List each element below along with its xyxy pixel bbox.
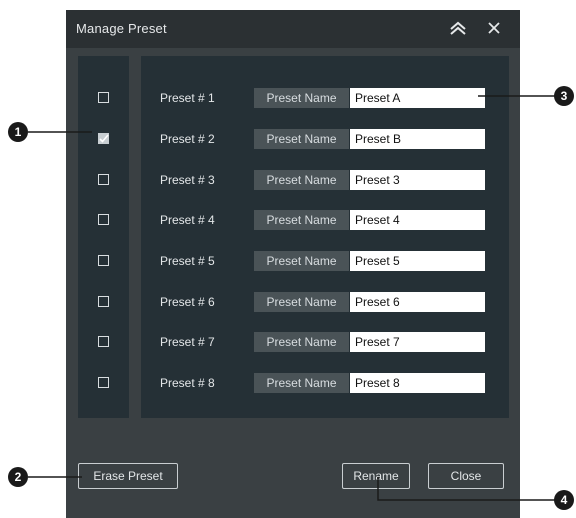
preset-2-label: Preset # 2: [160, 132, 215, 146]
preset-5-label: Preset # 5: [160, 254, 215, 268]
preset-7-checkbox[interactable]: [98, 336, 109, 347]
preset-5-name-input[interactable]: [350, 251, 485, 271]
callout-1: 1: [8, 122, 28, 142]
close-button[interactable]: Close: [428, 463, 504, 489]
close-icon[interactable]: [482, 16, 506, 40]
preset-2-name-input[interactable]: [350, 129, 485, 149]
preset-8-checkbox[interactable]: [98, 377, 109, 388]
preset-7-name-tag: Preset Name: [254, 332, 349, 352]
title-bar: Manage Preset: [66, 10, 520, 48]
preset-8-label: Preset # 8: [160, 376, 215, 390]
preset-2-checkbox[interactable]: [98, 133, 109, 144]
stage: Manage Preset Preset # 1 Preset Name Pre…: [0, 0, 576, 518]
dialog-title: Manage Preset: [76, 21, 167, 36]
preset-8-name-input[interactable]: [350, 373, 485, 393]
preset-4-name-input[interactable]: [350, 210, 485, 230]
preset-5-name-tag: Preset Name: [254, 251, 349, 271]
preset-4-name-tag: Preset Name: [254, 210, 349, 230]
preset-6-label: Preset # 6: [160, 295, 215, 309]
preset-4-label: Preset # 4: [160, 213, 215, 227]
preset-3-checkbox[interactable]: [98, 174, 109, 185]
preset-4-checkbox[interactable]: [98, 214, 109, 225]
preset-5-checkbox[interactable]: [98, 255, 109, 266]
preset-1-label: Preset # 1: [160, 91, 215, 105]
checkmark-icon: [98, 133, 109, 143]
preset-3-label: Preset # 3: [160, 173, 215, 187]
preset-3-name-tag: Preset Name: [254, 170, 349, 190]
preset-1-name-input[interactable]: [350, 88, 485, 108]
preset-2-name-tag: Preset Name: [254, 129, 349, 149]
manage-preset-dialog: Manage Preset Preset # 1 Preset Name Pre…: [66, 10, 520, 518]
preset-1-name-tag: Preset Name: [254, 88, 349, 108]
rename-button[interactable]: Rename: [342, 463, 410, 489]
erase-preset-button[interactable]: Erase Preset: [78, 463, 178, 489]
preset-7-name-input[interactable]: [350, 332, 485, 352]
preset-8-name-tag: Preset Name: [254, 373, 349, 393]
preset-6-name-input[interactable]: [350, 292, 485, 312]
preset-3-name-input[interactable]: [350, 170, 485, 190]
double-chevron-up-icon[interactable]: [446, 16, 470, 40]
callout-4: 4: [554, 490, 574, 510]
callout-2: 2: [8, 467, 28, 487]
callout-3: 3: [554, 86, 574, 106]
preset-6-checkbox[interactable]: [98, 296, 109, 307]
preset-7-label: Preset # 7: [160, 335, 215, 349]
preset-list: Preset # 1 Preset Name Preset # 2 Preset…: [141, 56, 509, 418]
preset-checkbox-column: [78, 56, 129, 418]
preset-6-name-tag: Preset Name: [254, 292, 349, 312]
preset-1-checkbox[interactable]: [98, 92, 109, 103]
